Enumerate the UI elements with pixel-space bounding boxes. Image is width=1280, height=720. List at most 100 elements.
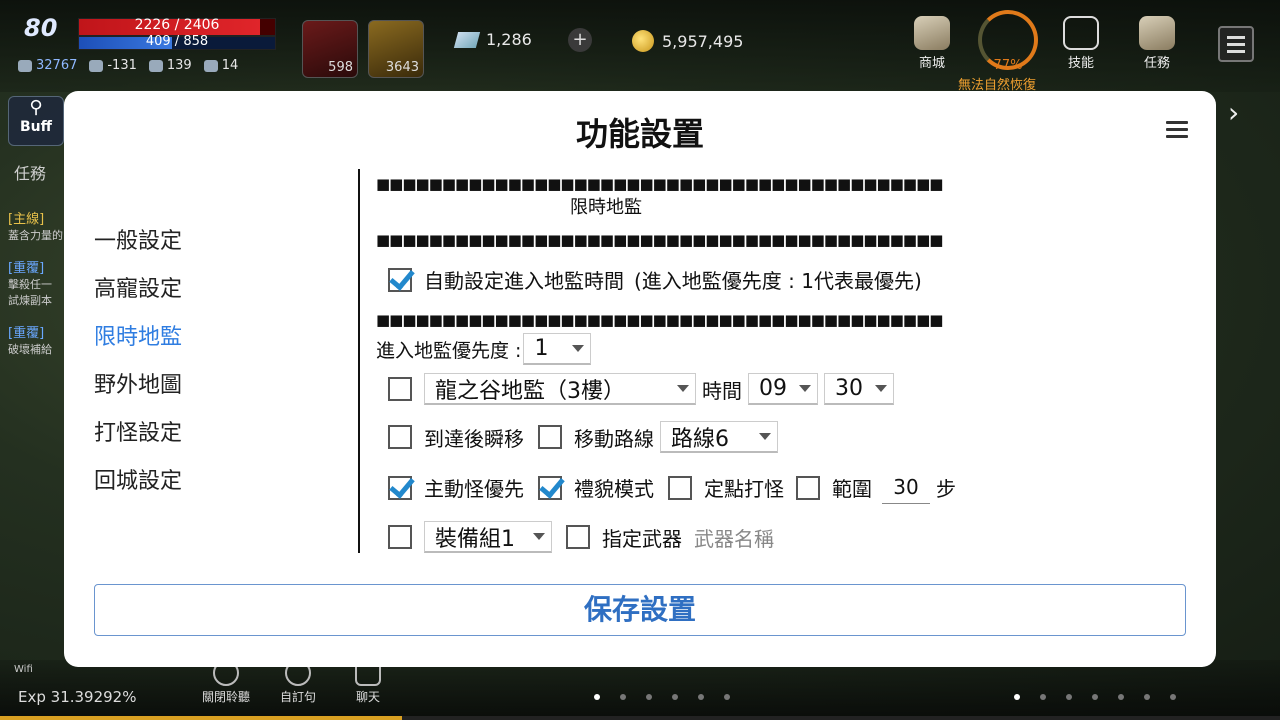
range-checkbox[interactable]	[796, 475, 820, 500]
quest-item[interactable]: [重覆] 破壞補給	[8, 322, 68, 357]
nav-pet[interactable]: 高寵設定	[94, 275, 182, 323]
section-title: 限時地監	[570, 197, 642, 218]
shop-menu-label: 商城	[918, 56, 945, 71]
separator: ■■■■■■■■■■■■■■■■■■■■■■■■■■■■■■■■■■■■■■■■…	[376, 231, 943, 249]
settings-content: ■■■■■■■■■■■■■■■■■■■■■■■■■■■■■■■■■■■■■■■■…	[376, 175, 1196, 555]
skill-icon	[1063, 16, 1099, 50]
page-dots-left	[594, 694, 730, 700]
shop-menu-button[interactable]: 商城	[907, 16, 957, 71]
polite-mode-checkbox[interactable]	[538, 475, 562, 500]
nav-combat[interactable]: 打怪設定	[94, 419, 182, 467]
save-button[interactable]: 保存設置	[94, 584, 1186, 636]
equip-checkbox[interactable]	[388, 525, 412, 549]
range-input[interactable]: 30	[882, 471, 930, 504]
nav-field-map[interactable]: 野外地圖	[94, 371, 182, 419]
nav-timed-dungeon[interactable]: 限時地監	[94, 323, 182, 371]
stat-defense-value: 139	[166, 58, 192, 73]
page-dot	[1170, 694, 1176, 700]
route-select[interactable]: 路線6	[660, 421, 778, 453]
nav-general[interactable]: 一般設定	[94, 227, 182, 275]
dungeon-checkbox[interactable]	[388, 377, 412, 401]
priority-hint: (進入地監優先度 : 1代表最優先)	[634, 269, 922, 293]
buff-button[interactable]: ⚲ Buff	[8, 96, 64, 146]
quest-item[interactable]: [主線] 蓋含力量的	[8, 208, 68, 243]
page-dot	[724, 694, 730, 700]
dungeon-row: 龍之谷地監（3樓） 時間 09 30	[388, 373, 900, 405]
active-monster-checkbox[interactable]	[388, 475, 412, 500]
page-dot	[1040, 694, 1046, 700]
chat-label: 聊天	[355, 690, 380, 704]
priority-select[interactable]: 1	[523, 333, 592, 365]
quest-menu-label: 任務	[1143, 56, 1170, 71]
weapon-checkbox[interactable]	[566, 525, 590, 549]
quest-menu-button[interactable]: 任務	[1132, 16, 1182, 71]
auto-time-checkbox[interactable]	[388, 267, 412, 292]
recovery-gauge[interactable]: 77%	[978, 10, 1038, 73]
chevron-right-icon[interactable]: ›	[1228, 96, 1239, 129]
dungeon-select[interactable]: 龍之谷地監（3樓）	[424, 373, 696, 405]
main-menu-button[interactable]	[1218, 26, 1254, 62]
quest-desc: 蓋含力量的	[8, 229, 63, 242]
search-icon: ⚲	[29, 97, 43, 118]
modal-title: 功能設置	[575, 115, 704, 153]
polite-mode-label: 禮貌模式	[574, 477, 654, 501]
mp-bar: 409 / 858	[78, 34, 276, 50]
skull-icon	[89, 59, 104, 72]
hamburger-menu-icon[interactable]	[1166, 121, 1188, 139]
combat-options-row: 主動怪優先 禮貌模式 定點打怪 範圍 30 步	[388, 471, 956, 504]
skill-menu-label: 技能	[1067, 56, 1094, 71]
quest-desc: 擊殺任一	[8, 278, 52, 291]
minute-value: 30	[835, 376, 863, 401]
dungeon-name: 龍之谷地監（3樓）	[435, 378, 625, 404]
add-currency-button[interactable]: +	[568, 28, 592, 52]
wifi-indicator: Wifi	[14, 664, 33, 675]
separator: ■■■■■■■■■■■■■■■■■■■■■■■■■■■■■■■■■■■■■■■■…	[376, 311, 943, 329]
fixed-point-checkbox[interactable]	[668, 475, 692, 500]
quest-tag: [主線]	[8, 212, 45, 227]
chevron-down-icon	[799, 385, 811, 392]
teleport-checkbox[interactable]	[388, 425, 412, 449]
priority-row: 進入地監優先度 : 1	[376, 333, 597, 365]
exp-bar-fill	[0, 716, 402, 720]
potion-count: 598	[328, 60, 353, 75]
equip-select[interactable]: 裝備組1	[424, 521, 552, 553]
settings-modal: 功能設置 一般設定 高寵設定 限時地監 野外地圖 打怪設定 回城設定 ■■■■■…	[64, 91, 1216, 667]
quest-desc-2: 試煉副本	[8, 294, 52, 307]
route-label: 移動路線	[574, 426, 654, 451]
page-dots-right	[1014, 694, 1176, 700]
chevron-down-icon	[572, 345, 585, 352]
leaf-slot[interactable]: 3643	[368, 20, 424, 78]
page-dot	[672, 694, 678, 700]
power-icon	[18, 59, 32, 72]
page-dot	[594, 694, 600, 700]
menu-line-3	[1227, 50, 1245, 53]
page-dot	[620, 694, 626, 700]
hour-select[interactable]: 09	[748, 373, 818, 405]
stat-lawful: -131	[89, 58, 137, 73]
route-checkbox[interactable]	[538, 425, 562, 449]
nav-return-town[interactable]: 回城設定	[94, 467, 182, 515]
minute-select[interactable]: 30	[824, 373, 894, 405]
stat-mr-value: 14	[221, 58, 239, 73]
priority-label: 進入地監優先度 :	[376, 339, 522, 362]
quest-tab[interactable]: 任務	[14, 160, 46, 184]
potion-slot[interactable]: 598	[302, 20, 358, 78]
player-level: 80	[24, 14, 58, 42]
weapon-name-input[interactable]: 武器名稱	[694, 523, 774, 552]
quest-item[interactable]: [重覆] 擊殺任一 試煉副本	[8, 257, 68, 308]
weapon-label: 指定武器	[602, 526, 682, 551]
equip-row: 裝備組1 指定武器 武器名稱	[388, 521, 774, 553]
stat-defense: 139	[148, 58, 192, 73]
boot-icon	[148, 59, 163, 72]
stat-mr: 14	[203, 58, 239, 73]
stat-lawful-value: -131	[107, 58, 137, 73]
separator-row: ■■■■■■■■■■■■■■■■■■■■■■■■■■■■■■■■■■■■■■■■…	[376, 311, 943, 329]
chevron-down-icon	[677, 385, 689, 392]
skill-menu-button[interactable]: 技能	[1056, 16, 1106, 71]
chevron-down-icon	[533, 533, 545, 540]
page-dot	[1144, 694, 1150, 700]
route-row: 到達後瞬移 移動路線 路線6	[388, 421, 784, 453]
stat-power: 32767	[18, 58, 77, 73]
auto-time-row: 自動設定進入地監時間 (進入地監優先度 : 1代表最優先)	[388, 265, 922, 294]
menu-line-1	[1166, 121, 1188, 124]
